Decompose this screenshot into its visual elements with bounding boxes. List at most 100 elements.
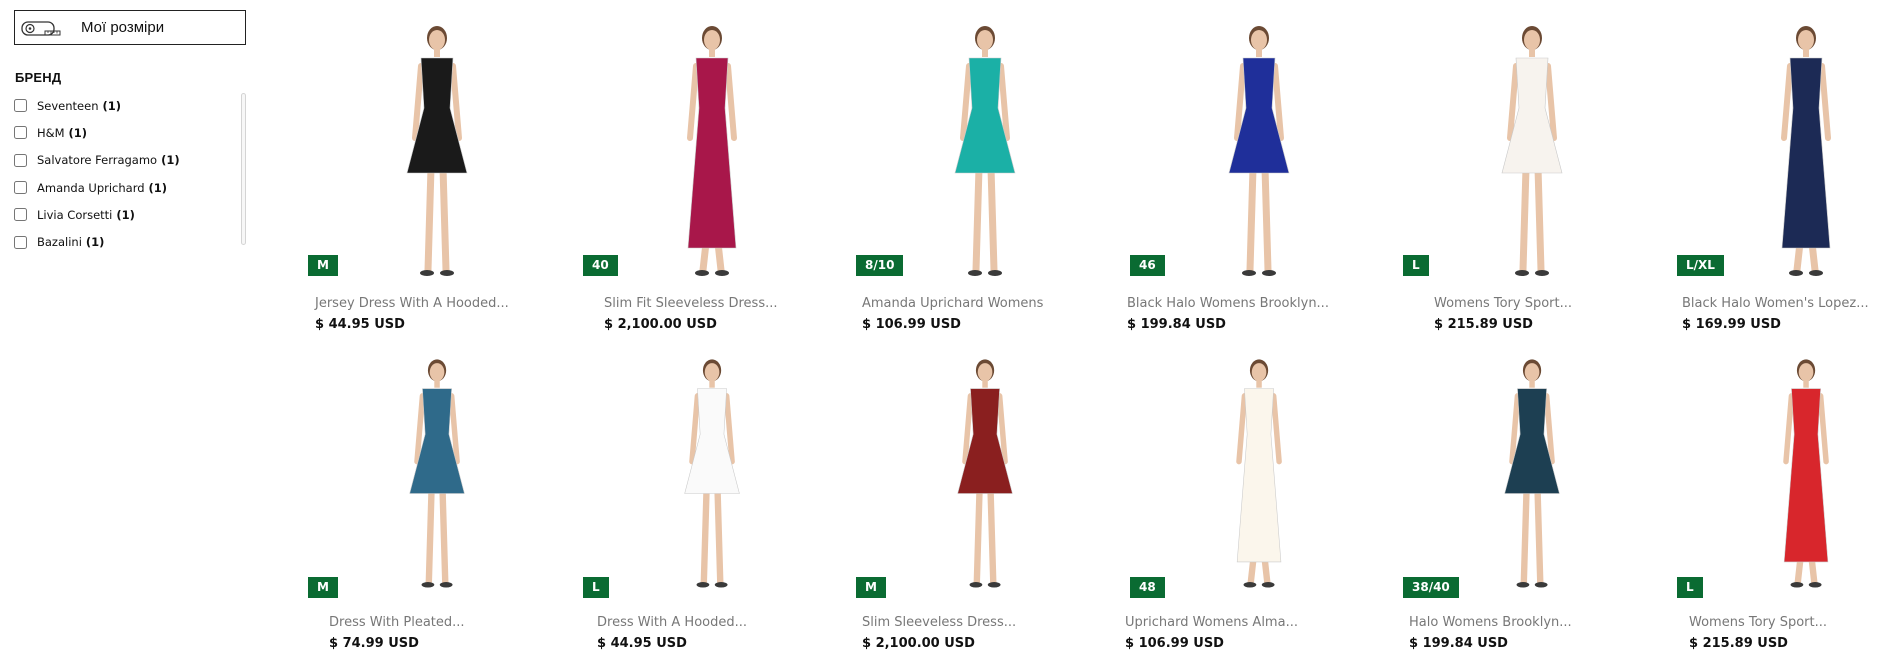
product-photo[interactable] [1127, 8, 1392, 293]
brand-count: (1) [68, 125, 88, 140]
model-right-leg [439, 485, 449, 586]
brand-option[interactable]: Salvatore Ferragamo (1) [14, 147, 244, 174]
size-badge: 8/10 [856, 255, 904, 276]
model-left-shoe [1515, 270, 1529, 276]
model-left-shoe [969, 582, 983, 588]
product-name[interactable]: Amanda Uprichard Womens [862, 296, 1043, 311]
product-card[interactable]: 46 Black Halo Womens Brooklyn... $ 199.8… [1127, 0, 1392, 332]
model-neck [1529, 380, 1535, 388]
brand-option[interactable]: Livia Corsetti (1) [14, 201, 244, 228]
product-name[interactable]: Slim Sleeveless Dress... [862, 615, 1016, 630]
product-card[interactable]: L Womens Tory Sport... $ 215.89 USD [1400, 0, 1665, 332]
brand-checkbox[interactable] [14, 181, 27, 195]
brand-option[interactable]: Seventeen (1) [14, 92, 244, 119]
model-right-arm [1270, 393, 1282, 465]
size-badge: L/XL [1677, 255, 1724, 276]
model-head [429, 363, 445, 382]
model-neck [1529, 49, 1535, 57]
size-badge: M [308, 577, 338, 598]
product-name[interactable]: Jersey Dress With A Hooded... [315, 296, 509, 311]
brand-checkbox[interactable] [14, 126, 27, 140]
model-head [1251, 363, 1267, 382]
product-name[interactable]: Dress With Pleated... [329, 615, 465, 630]
brand-checkbox[interactable] [14, 208, 27, 222]
product-name[interactable]: Halo Womens Brooklyn... [1409, 615, 1572, 630]
brand-count: (1) [161, 153, 180, 168]
model-right-leg [1534, 164, 1545, 274]
product-photo[interactable] [1127, 343, 1392, 603]
model-left-shoe [1243, 582, 1257, 588]
brand-option[interactable]: Amanda Uprichard (1) [14, 174, 244, 201]
product-card[interactable]: 40 Slim Fit Sleeveless Dress... $ 2,100.… [580, 0, 845, 332]
model-right-leg [1261, 164, 1272, 274]
product-price: $ 74.99 USD [329, 636, 419, 651]
model-neck [434, 49, 440, 57]
product-card[interactable]: 38/40 Halo Womens Brooklyn... $ 199.84 U… [1400, 313, 1665, 651]
product-card[interactable]: L/XL Black Halo Women's Lopez... $ 169.9… [1674, 0, 1902, 332]
brand-list-scrollbar[interactable] [241, 93, 246, 245]
model-left-leg [972, 164, 983, 274]
product-card[interactable]: M Dress With Pleated... $ 74.99 USD [305, 313, 570, 651]
size-badge: L [1403, 255, 1429, 276]
size-badge: 40 [583, 255, 618, 276]
product-photo[interactable] [580, 8, 845, 293]
model-left-leg [1520, 485, 1530, 586]
product-card[interactable]: L Womens Tory Sport... $ 215.89 USD [1674, 313, 1902, 651]
brand-checkbox[interactable] [14, 153, 27, 167]
product-name[interactable]: Dress With A Hooded... [597, 615, 747, 630]
model-right-leg [439, 164, 450, 274]
product-photo[interactable] [305, 8, 570, 293]
model-right-leg [987, 485, 997, 586]
brand-checkbox[interactable] [14, 99, 27, 113]
model-left-shoe [1789, 270, 1803, 276]
product-photo[interactable] [305, 343, 570, 603]
model-neck [709, 49, 715, 57]
product-price: $ 215.89 USD [1689, 636, 1788, 651]
model-right-shoe [1535, 270, 1549, 276]
product-card[interactable]: M Slim Sleeveless Dress... $ 2,100.00 US… [853, 313, 1118, 651]
brand-filter-list: Seventeen (1) H&M (1) Salvatore Ferragam… [14, 92, 244, 256]
brand-count: (1) [148, 180, 168, 195]
product-name[interactable]: Black Halo Women's Lopez... [1682, 296, 1869, 311]
product-grid: M Jersey Dress With A Hooded... $ 44.95 … [305, 0, 1902, 655]
brand-label: H&M [37, 125, 65, 140]
product-card[interactable]: 48 Uprichard Womens Alma... $ 106.99 USD [1125, 313, 1392, 651]
model-head [704, 30, 720, 50]
size-badge: L [1677, 577, 1703, 598]
model-left-shoe [696, 582, 710, 588]
model-right-leg [714, 485, 724, 586]
brand-checkbox[interactable] [14, 235, 27, 249]
product-card[interactable]: 8/10 Amanda Uprichard Womens $ 106.99 US… [853, 0, 1118, 332]
model-head [1798, 30, 1814, 50]
brand-option[interactable]: Bazalini (1) [14, 228, 244, 255]
product-photo[interactable] [580, 343, 845, 603]
product-name[interactable]: Uprichard Womens Alma... [1125, 615, 1298, 630]
product-name[interactable]: Womens Tory Sport... [1434, 296, 1572, 311]
model-left-arm [1236, 393, 1248, 465]
model-neck [1803, 380, 1809, 388]
product-name[interactable]: Slim Fit Sleeveless Dress... [604, 296, 778, 311]
model-right-arm [1819, 63, 1831, 141]
product-photo[interactable] [1674, 343, 1902, 603]
size-badge: 38/40 [1403, 577, 1459, 598]
brand-option[interactable]: H&M (1) [14, 119, 244, 146]
model-right-shoe [714, 582, 728, 588]
brand-label: Bazalini [37, 235, 82, 250]
product-name[interactable]: Black Halo Womens Brooklyn... [1127, 296, 1329, 311]
product-photo[interactable] [1400, 343, 1665, 603]
product-photo[interactable] [853, 343, 1118, 603]
model-right-leg [987, 164, 998, 274]
product-photo[interactable] [853, 8, 1118, 293]
my-sizes-label: Мої розміри [81, 19, 165, 36]
product-card[interactable]: M Jersey Dress With A Hooded... $ 44.95 … [305, 0, 570, 332]
model-right-arm [725, 63, 737, 141]
brand-count: (1) [102, 98, 122, 113]
product-card[interactable]: L Dress With A Hooded... $ 44.95 USD [580, 313, 845, 651]
product-photo[interactable] [1400, 8, 1665, 293]
model-left-leg [973, 485, 983, 586]
my-sizes-button[interactable]: Мої розміри [14, 10, 246, 45]
product-photo[interactable] [1674, 8, 1902, 293]
product-name[interactable]: Womens Tory Sport... [1689, 615, 1827, 630]
product-price: $ 2,100.00 USD [862, 636, 975, 651]
model-right-shoe [1534, 582, 1548, 588]
